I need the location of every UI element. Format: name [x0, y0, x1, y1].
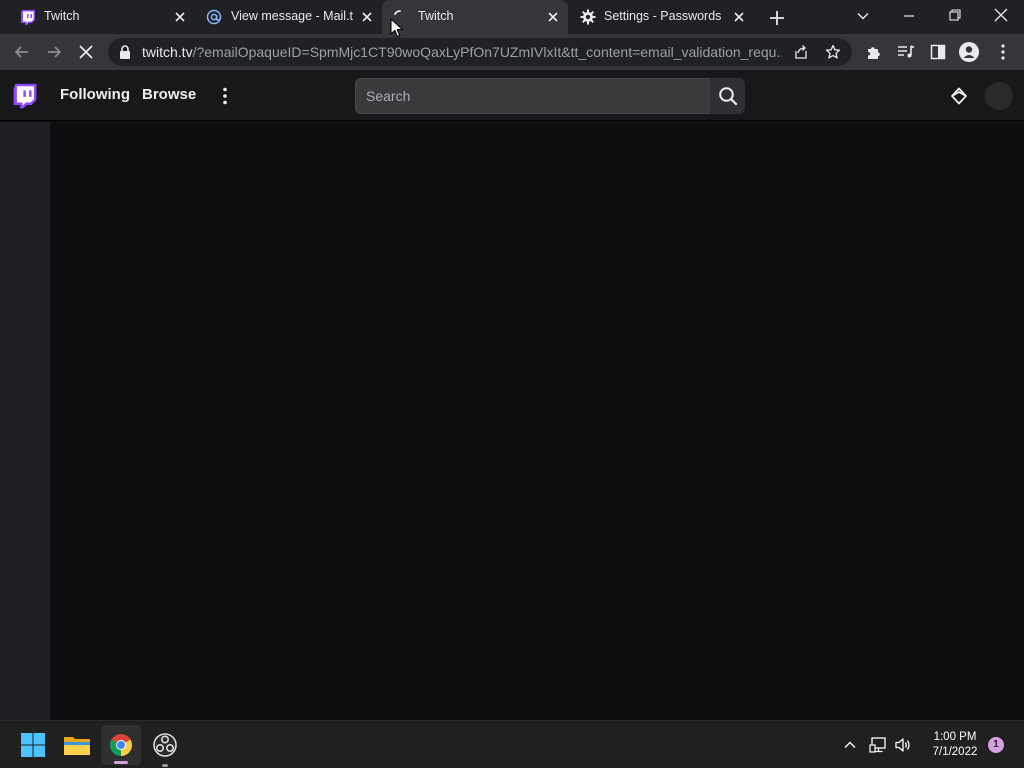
obs-studio-icon[interactable] — [149, 729, 181, 767]
close-tab-icon[interactable] — [546, 10, 560, 24]
chrome-menu-icon[interactable] — [995, 43, 1011, 61]
network-icon[interactable] — [869, 736, 887, 754]
tab-title: View message - Mail.tm — [231, 9, 353, 23]
close-tab-icon[interactable] — [173, 10, 187, 24]
nav-browse[interactable]: Browse — [142, 86, 196, 103]
tab-search-chevron-icon[interactable] — [856, 9, 870, 23]
lock-icon[interactable] — [119, 45, 131, 59]
url-host: twitch.tv — [142, 44, 193, 60]
twitch-logo-icon[interactable] — [12, 82, 38, 110]
chrome-icon — [109, 733, 133, 757]
tab-settings-passwords[interactable]: Settings - Passwords — [568, 0, 754, 34]
back-arrow-icon[interactable] — [13, 43, 31, 61]
search-button[interactable] — [710, 78, 745, 114]
clock-date: 7/1/2022 — [932, 746, 978, 758]
extensions-puzzle-icon[interactable] — [866, 44, 882, 60]
twitch-top-nav: Following Browse — [0, 70, 1024, 121]
tab-title: Twitch — [44, 9, 80, 23]
search-input[interactable] — [356, 79, 710, 113]
restore-window-icon[interactable] — [948, 8, 962, 22]
prime-crown-icon[interactable] — [950, 87, 968, 105]
volume-icon[interactable] — [894, 736, 912, 754]
main-content-area — [50, 122, 1024, 720]
taskbar-chrome-button[interactable] — [101, 725, 141, 765]
gear-icon — [580, 9, 596, 25]
close-tab-icon[interactable] — [732, 10, 746, 24]
new-tab-icon[interactable] — [768, 9, 786, 27]
tab-twitch-active[interactable]: Twitch — [382, 0, 568, 34]
windows-taskbar: 1:00 PM 7/1/2022 1 — [0, 720, 1024, 768]
tab-title: Twitch — [418, 9, 454, 23]
browser-tab-strip: Twitch View message - Mail.tm Twitch Set… — [0, 0, 1024, 34]
tab-twitch-1[interactable]: Twitch — [0, 0, 194, 34]
side-panel-icon[interactable] — [930, 44, 946, 60]
profile-avatar-icon[interactable] — [959, 42, 979, 62]
running-app-indicator — [162, 764, 168, 767]
close-tab-icon[interactable] — [360, 10, 374, 24]
clock-time: 1:00 PM — [933, 731, 977, 743]
more-options-icon[interactable] — [218, 86, 232, 106]
url-path: /?emailOpaqueID=SpmMjc1CT90woQaxLyPfOn7U… — [192, 44, 782, 60]
mouse-cursor-icon — [390, 18, 404, 38]
search-field[interactable] — [355, 78, 710, 114]
address-bar[interactable]: twitch.tv/?emailOpaqueID=SpmMjc1CT90woQa… — [108, 38, 852, 66]
active-app-indicator — [114, 761, 128, 764]
twitch-logo-icon — [20, 9, 36, 25]
at-sign-icon — [206, 9, 222, 25]
user-avatar[interactable] — [985, 82, 1013, 110]
system-clock[interactable]: 1:00 PM 7/1/2022 — [920, 730, 990, 760]
browser-toolbar: twitch.tv/?emailOpaqueID=SpmMjc1CT90woQa… — [0, 34, 1024, 70]
tab-mail[interactable]: View message - Mail.tm — [194, 0, 382, 34]
close-window-icon[interactable] — [993, 7, 1009, 23]
show-hidden-icons-chevron-icon[interactable] — [843, 738, 857, 752]
url-text[interactable]: twitch.tv/?emailOpaqueID=SpmMjc1CT90woQa… — [142, 44, 782, 60]
forward-arrow-icon[interactable] — [45, 43, 63, 61]
media-controls-icon[interactable] — [897, 44, 915, 60]
windows-start-icon[interactable] — [17, 729, 49, 761]
minimize-icon[interactable] — [902, 9, 916, 23]
tab-title: Settings - Passwords — [604, 9, 722, 23]
stop-loading-icon[interactable] — [77, 43, 95, 61]
side-navigation — [0, 122, 50, 720]
search-icon — [718, 86, 738, 106]
bookmark-star-icon[interactable] — [825, 44, 841, 60]
nav-following[interactable]: Following — [60, 86, 130, 103]
file-explorer-icon[interactable] — [61, 729, 93, 761]
share-icon[interactable] — [793, 44, 809, 60]
notification-badge[interactable]: 1 — [988, 737, 1004, 753]
